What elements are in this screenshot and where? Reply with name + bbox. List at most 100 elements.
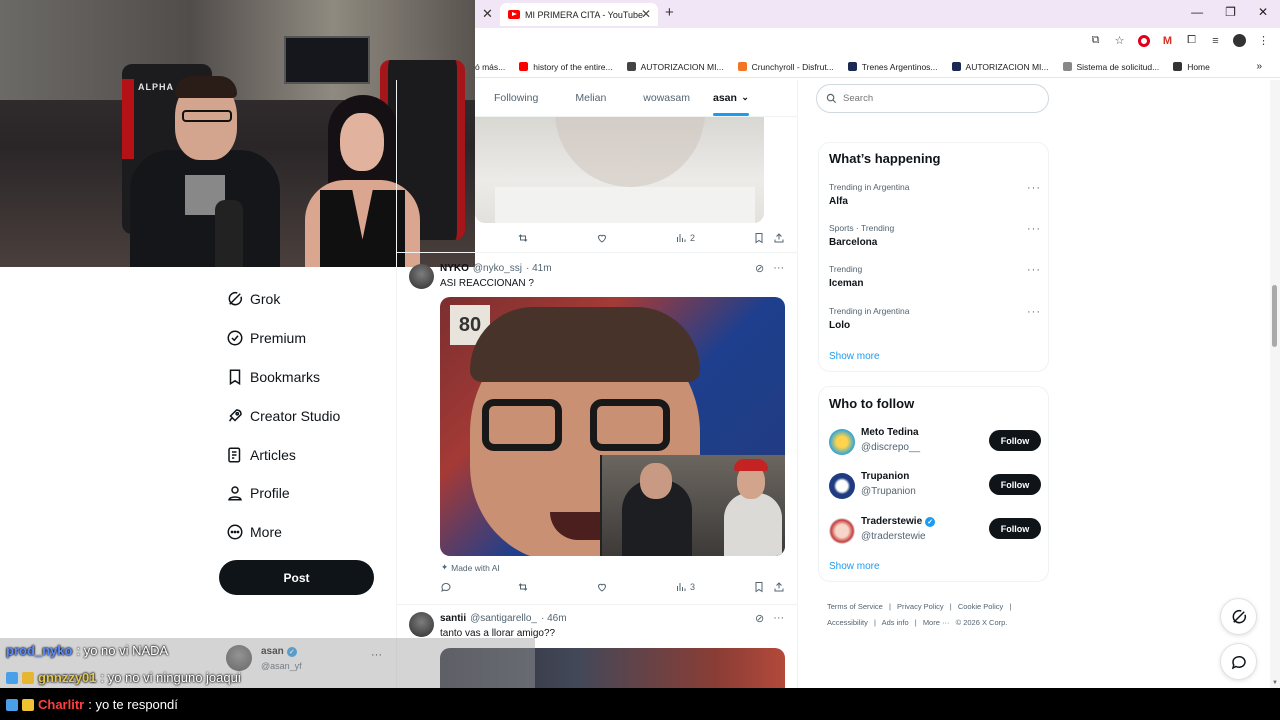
footer-link-more[interactable]: More ··· <box>923 618 950 627</box>
tab-wowasam[interactable]: wowasam <box>643 92 690 104</box>
share-icon[interactable] <box>773 232 785 244</box>
tweet-author-name[interactable]: NYKO <box>440 263 469 274</box>
views-stat[interactable]: 2 <box>675 232 695 244</box>
scroll-down-icon[interactable]: ▼ <box>1272 680 1278 686</box>
avatar[interactable] <box>409 264 434 289</box>
page-scrollbar[interactable]: ▼ <box>1270 80 1280 688</box>
post-button[interactable]: Post <box>219 560 374 595</box>
messages-floating-button[interactable] <box>1220 643 1257 680</box>
avatar[interactable] <box>829 473 855 499</box>
tweet-time[interactable]: · 46m <box>541 613 567 624</box>
like-icon[interactable] <box>596 581 608 593</box>
retweet-icon[interactable] <box>517 232 529 244</box>
tweet-author-handle[interactable]: @nyko_ssj <box>473 263 522 274</box>
new-tab-icon[interactable]: + <box>665 4 674 21</box>
bookmark-item[interactable]: Trenes Argentinos... <box>847 62 938 72</box>
more-options-icon[interactable]: ··· <box>773 262 784 275</box>
media-controls-icon[interactable]: ≡ <box>1209 34 1222 47</box>
tab-close-icon[interactable]: ✕ <box>641 7 651 21</box>
footer-separator: | <box>1009 602 1012 611</box>
retweet-icon[interactable] <box>517 581 529 593</box>
trend-item[interactable]: Trending in Argentina Lolo ··· <box>829 306 1041 331</box>
made-with-ai-label: ✦ Made with AI <box>441 562 500 573</box>
close-tab-icon[interactable]: ✕ <box>482 6 493 22</box>
bookmark-item[interactable]: history of the entire... <box>519 62 613 72</box>
bookmark-item[interactable]: Sistema de solicitud... <box>1062 62 1159 72</box>
follow-suggestion[interactable]: Meto Tedina @discrepo__ Follow <box>829 427 1041 463</box>
avatar[interactable] <box>829 429 855 455</box>
footer-link-accessibility[interactable]: Accessibility <box>827 618 868 627</box>
trend-item[interactable]: Trending in Argentina Alfa ··· <box>829 182 1041 207</box>
more-options-icon[interactable]: ··· <box>1027 306 1041 318</box>
gmail-extension-icon[interactable]: M <box>1161 34 1174 47</box>
tab-melian[interactable]: Melian <box>575 92 606 104</box>
bookmark-item[interactable]: Crunchyroll - Disfrut... <box>737 62 834 72</box>
bookmarks-bar: ó más... history of the entire... AUTORIZA… <box>475 56 1280 78</box>
bookmark-item[interactable]: ó más... <box>475 62 505 72</box>
follow-suggestion[interactable]: Trupanion @Trupanion Follow <box>829 471 1041 507</box>
more-options-icon[interactable]: ··· <box>1027 223 1041 235</box>
profile-avatar-icon[interactable] <box>1233 34 1246 47</box>
follow-button[interactable]: Follow <box>989 474 1041 495</box>
share-icon[interactable] <box>773 581 785 593</box>
chat-username: gnnzzy01 <box>38 670 97 685</box>
chat-username: Charlitr <box>38 697 85 712</box>
grok-icon[interactable]: ⊘ <box>755 262 764 275</box>
search-input[interactable] <box>843 93 1033 104</box>
browser-tab-active[interactable]: MI PRIMERA CITA - YouTube ✕ <box>500 3 658 26</box>
footer-link-ads-info[interactable]: Ads info <box>882 618 909 627</box>
footer-link-terms[interactable]: Terms of Service <box>827 602 883 611</box>
extensions-icon[interactable]: ⧠ <box>1185 34 1198 47</box>
show-more-link[interactable]: Show more <box>829 561 880 572</box>
footer-link-cookie[interactable]: Cookie Policy <box>958 602 1003 611</box>
footer-link-privacy[interactable]: Privacy Policy <box>897 602 944 611</box>
follow-button[interactable]: Follow <box>989 518 1041 539</box>
avatar[interactable] <box>409 612 434 637</box>
sidebar-item-profile[interactable]: Profile <box>220 474 410 513</box>
tweet-author-handle[interactable]: @santigarello_ <box>470 613 537 624</box>
bookmark-tweet-icon[interactable] <box>753 581 765 593</box>
more-options-icon[interactable]: ··· <box>773 612 784 625</box>
suggestion-handle: @Trupanion <box>861 486 916 497</box>
scrollbar-thumb[interactable] <box>1272 285 1277 347</box>
bookmarks-overflow-icon[interactable]: » <box>1256 61 1262 72</box>
trend-item[interactable]: Sports · Trending Barcelona ··· <box>829 223 1041 248</box>
bookmark-item[interactable]: AUTORIZACION MI... <box>951 62 1049 72</box>
tab-following[interactable]: Following <box>494 92 538 104</box>
tab-asan[interactable]: asan ⌄ <box>712 92 749 116</box>
bookmark-tweet-icon[interactable] <box>753 232 765 244</box>
sidebar-item-more[interactable]: More <box>220 513 410 552</box>
grok-icon[interactable]: ⊘ <box>755 612 764 625</box>
trend-item[interactable]: Trending Iceman ··· <box>829 264 1041 289</box>
install-app-icon[interactable]: ⧉ <box>1089 34 1102 47</box>
like-icon[interactable] <box>596 232 608 244</box>
opera-extension-icon[interactable] <box>1137 34 1150 47</box>
sidebar-item-bookmarks[interactable]: Bookmarks <box>220 358 410 397</box>
reply-icon[interactable] <box>440 581 452 593</box>
star-icon[interactable]: ☆ <box>1113 34 1126 47</box>
tweet-media[interactable] <box>475 117 764 223</box>
sidebar-item-grok[interactable]: Grok <box>220 280 410 319</box>
sidebar-item-premium[interactable]: Premium <box>220 319 410 358</box>
follow-suggestion[interactable]: Traderstewie ✓ @traderstewie Follow <box>829 516 1041 552</box>
sidebar-item-creator-studio[interactable]: Creator Studio <box>220 396 410 435</box>
follow-button[interactable]: Follow <box>989 430 1041 451</box>
grok-floating-button[interactable] <box>1220 598 1257 635</box>
avatar[interactable] <box>829 518 855 544</box>
minimize-icon[interactable]: — <box>1191 5 1203 19</box>
more-options-icon[interactable]: ··· <box>1027 182 1041 194</box>
tweet-media[interactable]: 80 <box>440 297 785 556</box>
suggestion-name-text: Trupanion <box>861 471 910 482</box>
browser-menu-icon[interactable]: ⋮ <box>1257 34 1270 47</box>
bookmark-item[interactable]: Home <box>1173 62 1210 72</box>
views-stat[interactable]: 3 <box>675 581 695 593</box>
show-more-link[interactable]: Show more <box>829 351 880 362</box>
sidebar-item-articles[interactable]: Articles <box>220 435 410 474</box>
search-box[interactable] <box>816 84 1049 113</box>
tweet-author-name[interactable]: santii <box>440 613 466 624</box>
bookmark-item[interactable]: AUTORIZACION MI... <box>626 62 724 72</box>
tweet-time[interactable]: · 41m <box>526 263 552 274</box>
restore-icon[interactable]: ❐ <box>1225 5 1236 19</box>
more-options-icon[interactable]: ··· <box>1027 264 1041 276</box>
close-window-icon[interactable]: ✕ <box>1258 5 1268 19</box>
